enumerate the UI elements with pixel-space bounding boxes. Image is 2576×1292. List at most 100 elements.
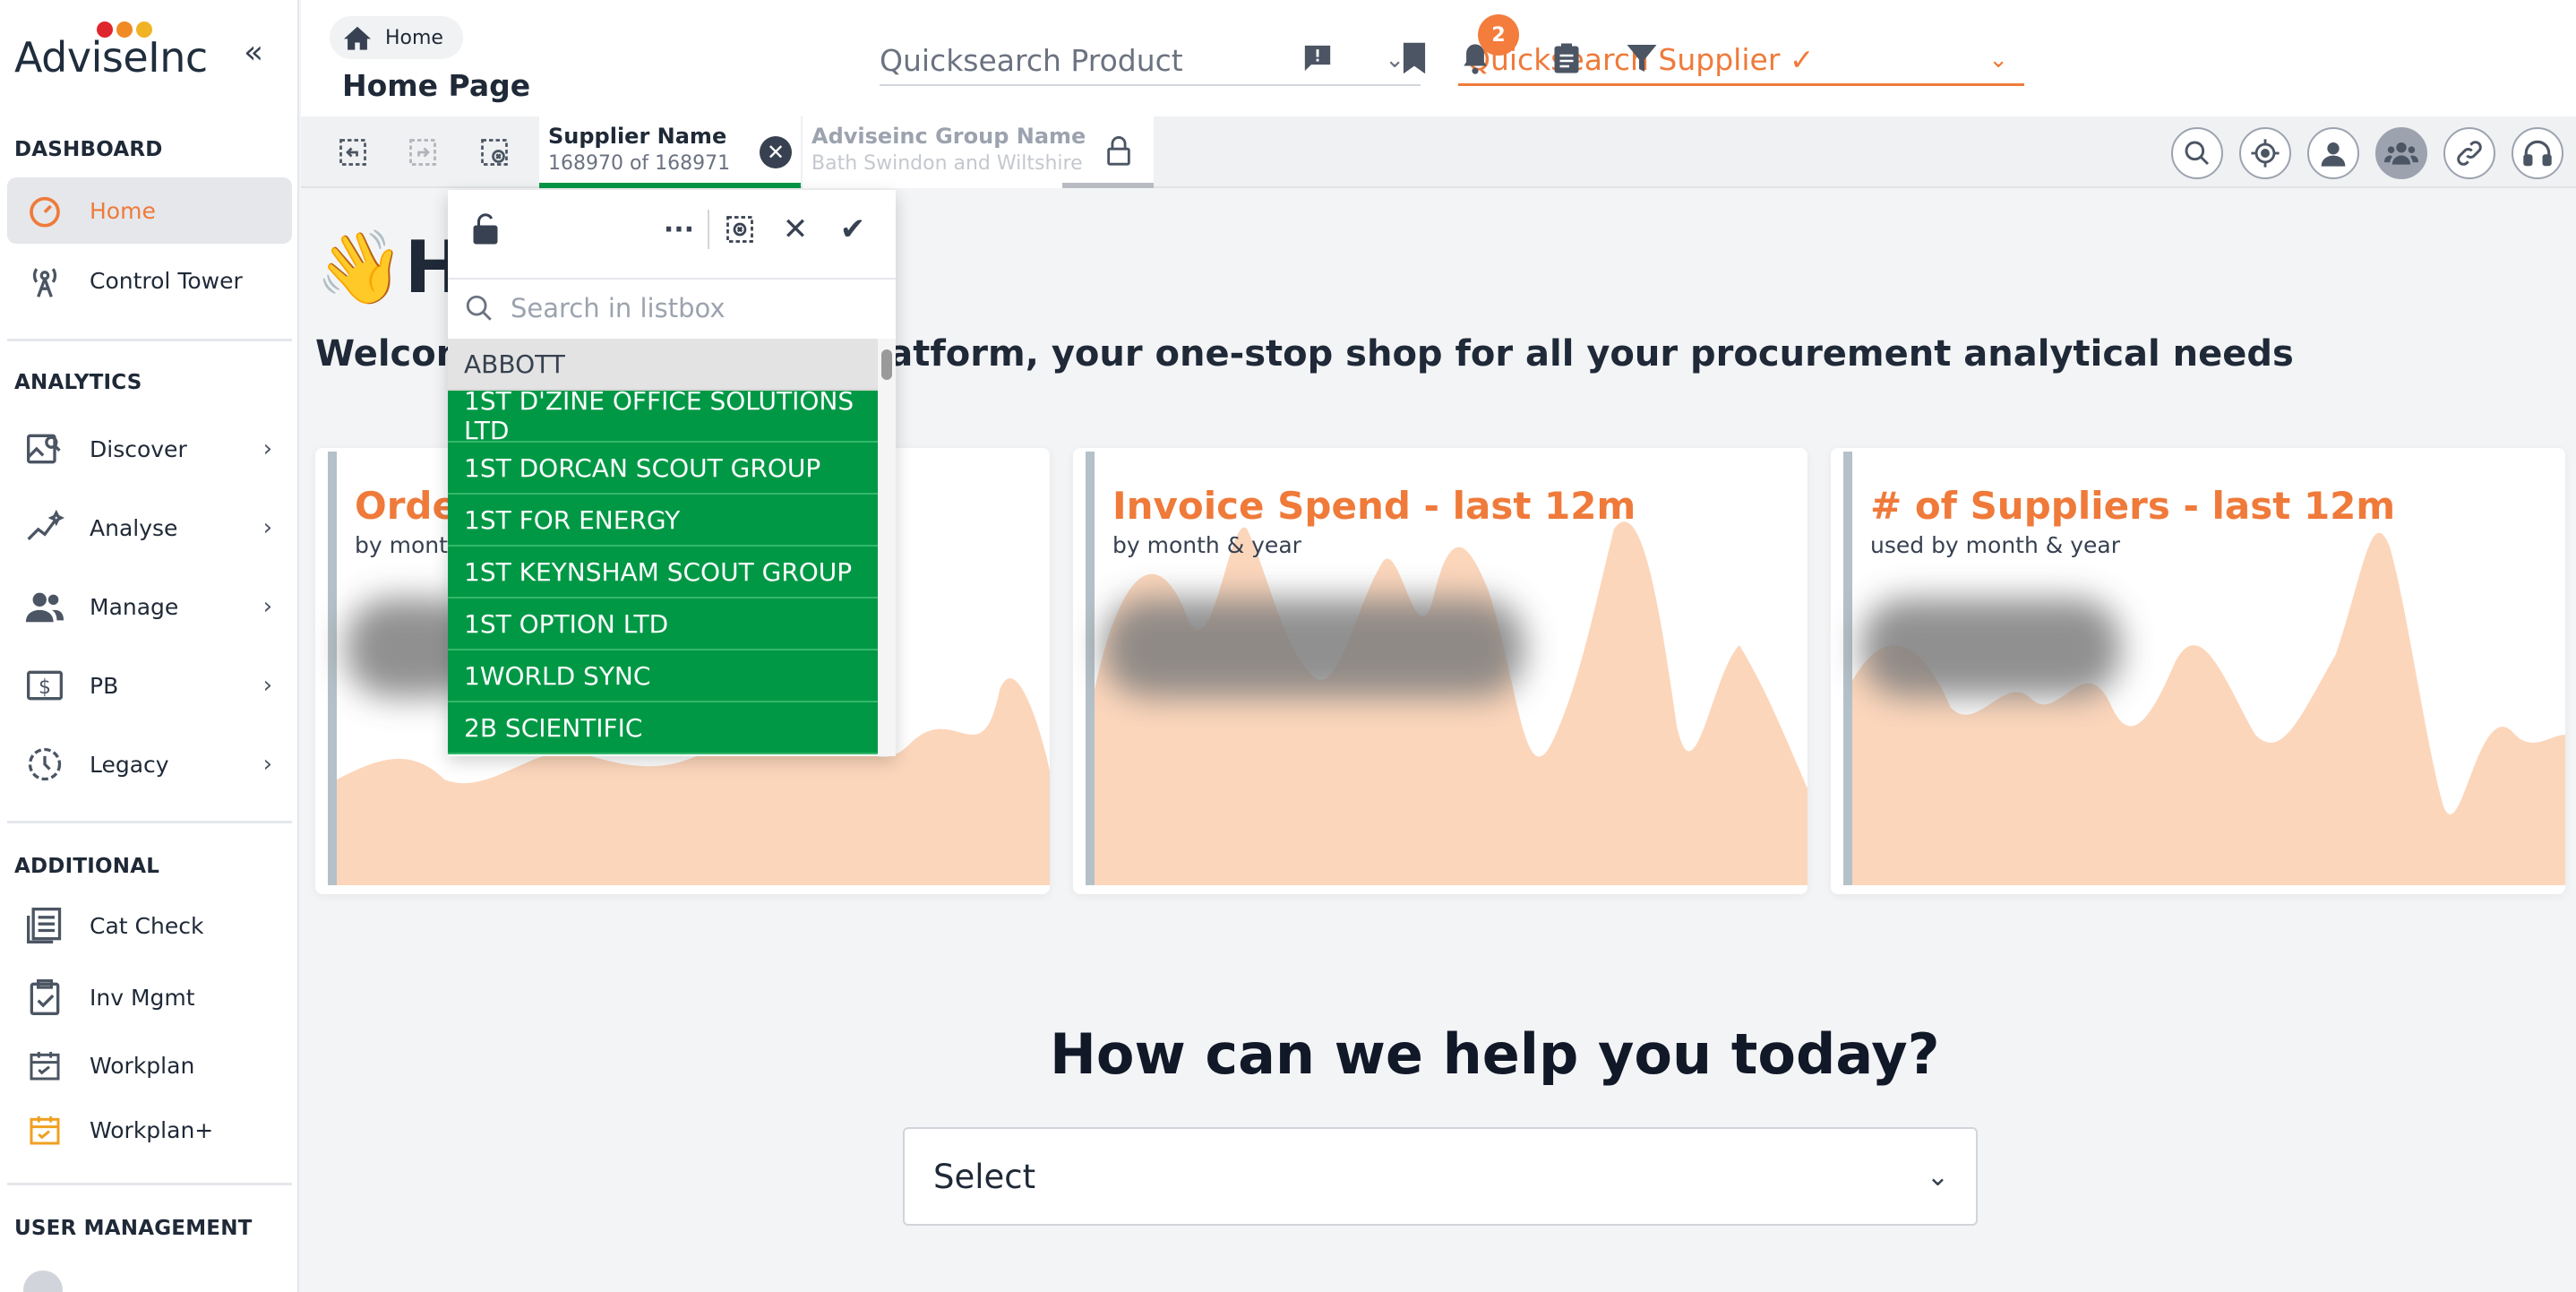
sidebar-item-label: Workplan <box>90 1052 195 1079</box>
trend-sparkle-icon <box>20 503 70 553</box>
link-icon[interactable] <box>2443 127 2495 179</box>
kpi-card-suppliers[interactable]: # of Suppliers - last 12m used by month … <box>1831 448 2565 894</box>
brand-logo[interactable]: AdviseInc <box>14 22 208 84</box>
list-item[interactable]: 1ST D'ZINE OFFICE SOLUTIONS LTD <box>448 386 878 445</box>
breadcrumb[interactable]: Home <box>330 16 463 59</box>
sidebar-item-control-tower[interactable]: Control Tower <box>7 247 292 314</box>
avatar[interactable] <box>23 1270 63 1292</box>
chip-title: Adviseinc Group Name <box>811 124 1086 149</box>
headset-icon[interactable] <box>2512 127 2563 179</box>
list-item[interactable]: 1WORLD SYNC <box>448 650 878 702</box>
card-title: # of Suppliers - last 12m <box>1870 484 2396 528</box>
sidebar-item-discover[interactable]: Discover › <box>7 416 292 482</box>
select-value: Select <box>933 1157 1036 1196</box>
step-forward-icon[interactable] <box>405 134 441 170</box>
chevron-right-icon: › <box>262 672 272 699</box>
kpi-card-invoice-spend[interactable]: Invoice Spend - last 12m by month & year <box>1073 448 1807 894</box>
listbox-search[interactable] <box>448 278 896 337</box>
sidebar-item-label: Discover <box>90 435 187 462</box>
sidebar-item-label: Home <box>90 197 156 224</box>
antenna-icon <box>20 255 70 306</box>
selection-chip-group-name[interactable]: Adviseinc Group Name Bath Swindon and Wi… <box>803 116 1154 188</box>
calendar-check-icon <box>20 1040 70 1090</box>
sparkline-area <box>1095 521 1807 885</box>
sidebar-item-workplan[interactable]: Workplan <box>7 1032 292 1098</box>
list-item[interactable]: 1ST FOR ENERGY <box>448 495 878 547</box>
clear-selection-icon[interactable]: ✕ <box>760 136 792 168</box>
toolbar-divider <box>708 210 709 249</box>
cancel-selection-icon[interactable]: ✕ <box>776 210 815 249</box>
listbox-scrollbar[interactable] <box>878 339 896 756</box>
help-topic-select[interactable]: Select ⌄ <box>903 1127 1978 1226</box>
sidebar-item-label: Legacy <box>90 751 169 778</box>
sidebar-item-workplan-plus[interactable]: Workplan+ <box>7 1097 292 1163</box>
sparkline-area <box>1852 532 2565 885</box>
list-item[interactable]: 1ST KEYNSHAM SCOUT GROUP <box>448 547 878 599</box>
chevron-right-icon: › <box>262 751 272 778</box>
quicksearch-supplier-dropdown[interactable]: Quicksearch Supplier ✓ ⌄ <box>1458 36 2024 86</box>
sidebar-item-inv-mgmt[interactable]: Inv Mgmt <box>7 964 292 1030</box>
clear-all-selections-icon[interactable] <box>477 134 512 170</box>
list-item[interactable]: 2B SCIENTIFIC <box>448 702 878 754</box>
feedback-icon[interactable] <box>1297 38 1338 79</box>
confirm-selection-icon[interactable]: ✔ <box>833 210 872 249</box>
group-icon[interactable] <box>2375 127 2427 179</box>
svg-text:$: $ <box>39 676 51 699</box>
sidebar-item-home[interactable]: Home <box>7 177 292 244</box>
card-subtitle: by month & year <box>1112 532 1301 558</box>
top-header: Home Home Page Quicksearch Product ⌄ Qui… <box>301 0 2576 116</box>
target-icon[interactable] <box>2239 127 2291 179</box>
calendar-plus-icon <box>20 1105 70 1155</box>
section-dashboard: DASHBOARD <box>14 138 163 161</box>
help-heading: How can we help you today? <box>1050 1021 1940 1087</box>
divider <box>7 1183 292 1185</box>
filter-icon[interactable] <box>1621 38 1662 79</box>
lock-icon[interactable] <box>1105 136 1132 170</box>
clipboard-icon[interactable] <box>1546 38 1587 79</box>
list-item[interactable]: ABBOTT <box>448 339 878 391</box>
selections-bar: Supplier Name 168970 of 168971 ✕ Advisei… <box>301 116 2576 188</box>
user-icon[interactable] <box>2307 127 2359 179</box>
list-item[interactable]: 1ST DORCAN SCOUT GROUP <box>448 443 878 495</box>
search-icon[interactable] <box>2171 127 2223 179</box>
scrollbar-thumb[interactable] <box>881 349 892 380</box>
card-title: Invoice Spend - last 12m <box>1112 484 1636 528</box>
clear-selection-icon[interactable] <box>720 210 760 249</box>
sidebar-item-analyse[interactable]: Analyse › <box>7 495 292 561</box>
chip-subtitle: Bath Swindon and Wiltshire <box>811 152 1083 175</box>
list-item[interactable]: 1ST OPTION LTD <box>448 599 878 650</box>
divider <box>7 339 292 341</box>
search-icon <box>466 295 492 321</box>
divider <box>7 821 292 823</box>
redacted-value <box>1103 599 1524 697</box>
step-back-icon[interactable] <box>335 134 371 170</box>
dollar-icon: $ <box>20 660 70 711</box>
brand-name: AdviseInc <box>14 33 208 82</box>
quicksearch-product-dropdown[interactable]: Quicksearch Product ⌄ <box>880 36 1421 86</box>
sidebar-item-label: Workplan+ <box>90 1116 214 1143</box>
listbox-search-input[interactable] <box>511 293 887 323</box>
sidebar: AdviseInc « DASHBOARD Home Control Tower… <box>0 0 299 1292</box>
chevron-down-icon: ⌄ <box>1926 1160 1949 1193</box>
card-rail <box>1843 452 1852 885</box>
bookmark-icon[interactable] <box>1394 38 1435 79</box>
supplier-listbox-popup: ··· ✕ ✔ ABBOTT 1ST D'ZINE OFFICE SOLUTIO… <box>448 190 896 756</box>
chip-title: Supplier Name <box>548 124 727 149</box>
card-subtitle: used by month & year <box>1870 532 2120 558</box>
collapse-sidebar-icon[interactable]: « <box>244 34 263 71</box>
sidebar-item-pb[interactable]: $ PB › <box>7 652 292 719</box>
sidebar-item-legacy[interactable]: Legacy › <box>7 731 292 797</box>
section-additional: ADDITIONAL <box>14 855 160 878</box>
unlock-icon[interactable] <box>466 210 505 249</box>
people-icon <box>20 581 70 632</box>
selection-chip-supplier-name[interactable]: Supplier Name 168970 of 168971 ✕ <box>539 116 801 188</box>
chip-subtitle: 168970 of 168971 <box>548 152 731 175</box>
sidebar-item-manage[interactable]: Manage › <box>7 573 292 640</box>
sidebar-item-label: PB <box>90 672 119 699</box>
breadcrumb-label: Home <box>385 26 443 49</box>
selection-state-bar <box>539 183 801 188</box>
more-options-icon[interactable]: ··· <box>659 210 699 249</box>
chevron-right-icon: › <box>262 593 272 620</box>
image-search-icon <box>20 424 70 474</box>
sidebar-item-cat-check[interactable]: Cat Check <box>7 892 292 959</box>
